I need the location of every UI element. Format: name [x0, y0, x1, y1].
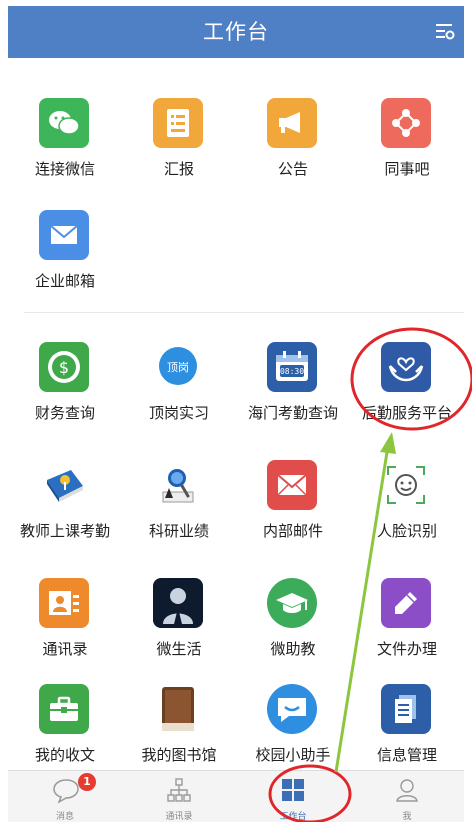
research-icon	[153, 460, 203, 510]
svg-text:$: $	[59, 358, 69, 377]
logistics-icon	[381, 342, 431, 392]
report-icon	[153, 98, 203, 148]
internship-badge-text: 顶岗	[167, 361, 189, 374]
app-label: 企业邮箱	[34, 272, 95, 290]
app-label: 海门考勤查询	[247, 404, 338, 422]
finance-icon: $	[39, 342, 89, 392]
tab-workbench[interactable]: 工作台	[236, 771, 350, 822]
app-label: 人脸识别	[376, 522, 437, 540]
page-title: 工作台	[203, 20, 269, 44]
face-recognition-icon	[381, 460, 431, 510]
unread-badge: 1	[78, 773, 96, 791]
app-face-recognition[interactable]: 人脸识别	[350, 446, 464, 566]
app-label: 财务查询	[34, 404, 95, 422]
micro-life-icon	[153, 578, 203, 628]
app-label: 公告	[277, 160, 308, 178]
app-teacher-attendance[interactable]: 教师上课考勤	[8, 446, 122, 566]
section-divider	[24, 312, 464, 313]
internship-icon: 顶岗	[153, 342, 203, 392]
workbench-icon	[280, 777, 306, 803]
teaching-assistant-icon	[267, 578, 317, 628]
app-internship[interactable]: 顶岗 顶岗实习	[122, 328, 236, 448]
app-announcement[interactable]: 公告	[236, 84, 350, 204]
tab-messages[interactable]: 1 消息	[8, 771, 122, 822]
app-haimen-attendance[interactable]: 08:30 海门考勤查询	[236, 328, 350, 448]
app-label: 科研业绩	[148, 522, 209, 540]
app-label: 通讯录	[42, 640, 88, 658]
app-internal-mail[interactable]: 内部邮件	[236, 446, 350, 566]
app-logistics-service[interactable]: 后勤服务平台	[350, 328, 464, 448]
app-colleague[interactable]: 同事吧	[350, 84, 464, 204]
app-label: 教师上课考勤	[19, 522, 110, 540]
app-label: 文件办理	[376, 640, 437, 658]
app-label: 同事吧	[384, 160, 430, 178]
megaphone-icon	[267, 98, 317, 148]
tab-label: 消息	[55, 812, 74, 822]
app-research[interactable]: 科研业绩	[122, 446, 236, 566]
app-micro-life[interactable]: 微生活	[122, 564, 236, 684]
app-label: 我的收文	[34, 746, 95, 764]
app-label: 微助教	[270, 640, 316, 658]
app-label: 后勤服务平台	[361, 404, 452, 422]
internal-mail-icon	[267, 460, 317, 510]
app-label: 连接微信	[34, 160, 95, 178]
file-handling-icon	[381, 578, 431, 628]
teacher-attendance-icon	[39, 460, 89, 510]
org-chart-icon	[166, 777, 192, 803]
info-management-icon	[381, 684, 431, 734]
app-report[interactable]: 汇报	[122, 84, 236, 204]
app-label: 汇报	[163, 160, 194, 178]
app-frame: 工作台 连接微信 汇报 公告 同事吧 企业邮箱 $ 财务查询 顶岗 顶岗实习 0…	[8, 6, 464, 822]
message-icon	[52, 777, 79, 804]
tab-label: 工作台	[279, 812, 307, 822]
app-label: 信息管理	[376, 746, 437, 764]
app-file-handling[interactable]: 文件办理	[350, 564, 464, 684]
tab-label: 我	[402, 812, 412, 822]
contacts-icon	[39, 578, 89, 628]
app-label: 顶岗实习	[148, 404, 209, 422]
wechat-icon	[39, 98, 89, 148]
app-contacts[interactable]: 通讯录	[8, 564, 122, 684]
colleague-icon	[381, 98, 431, 148]
app-finance[interactable]: $ 财务查询	[8, 328, 122, 448]
tab-label: 通讯录	[165, 812, 193, 822]
campus-assistant-icon	[267, 684, 317, 734]
tab-me[interactable]: 我	[350, 771, 464, 822]
mail-icon	[39, 210, 89, 260]
profile-icon	[394, 777, 420, 803]
tab-contacts[interactable]: 通讯录	[122, 771, 236, 822]
app-label: 我的图书馆	[141, 746, 217, 764]
app-wechat[interactable]: 连接微信	[8, 84, 122, 204]
app-teaching-assistant[interactable]: 微助教	[236, 564, 350, 684]
app-label: 校园小助手	[255, 746, 331, 764]
clock-readout: 08:30	[280, 367, 304, 376]
app-label: 微生活	[156, 640, 202, 658]
settings-menu-icon[interactable]	[434, 20, 456, 42]
bottom-tab-bar: 1 消息 通讯录 工作台 我	[8, 770, 464, 822]
library-icon	[153, 684, 203, 734]
attendance-icon: 08:30	[267, 342, 317, 392]
received-docs-icon	[39, 684, 89, 734]
app-enterprise-mail[interactable]: 企业邮箱	[8, 196, 122, 316]
top-bar: 工作台	[8, 6, 464, 58]
app-label: 内部邮件	[262, 522, 323, 540]
